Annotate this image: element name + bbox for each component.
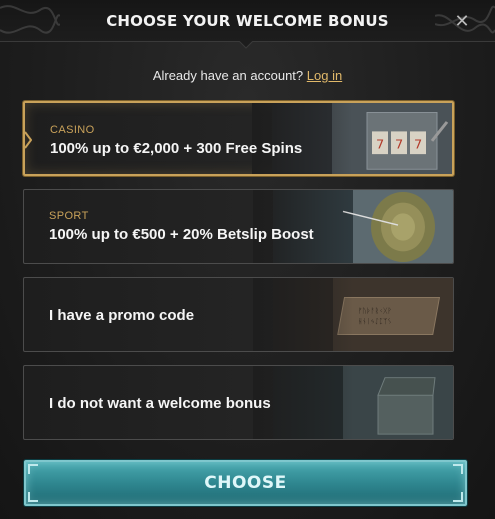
option-label: 100% up to €2,000 + 300 Free Spins [50, 140, 303, 157]
card-fade [252, 103, 352, 174]
bonus-option-sport[interactable]: SPORT 100% up to €500 + 20% Betslip Boos… [23, 189, 454, 264]
modal-title: CHOOSE YOUR WELCOME BONUS [106, 12, 389, 30]
welcome-bonus-modal: CHOOSE YOUR WELCOME BONUS ✕ Already have… [0, 0, 495, 519]
card-fade [253, 278, 353, 351]
svg-text:ᚠᚢᚦᚨᚱᚲᚷᚹ: ᚠᚢᚦᚨᚱᚲᚷᚹ [358, 307, 392, 315]
svg-text:ᚺᚾᛁᛃᛇᛈᛉᛊ: ᚺᚾᛁᛃᛇᛈᛉᛊ [358, 318, 392, 326]
svg-text:7: 7 [414, 137, 422, 152]
bonus-option-promo-code[interactable]: ᚠᚢᚦᚨᚱᚲᚷᚹ ᚺᚾᛁᛃᛇᛈᛉᛊ I have a promo code [23, 277, 454, 352]
button-corner-ornament [28, 464, 38, 474]
account-prompt: Already have an account? Log in [0, 68, 495, 83]
choose-button-label: CHOOSE [204, 473, 287, 493]
account-prompt-text: Already have an account? [152, 68, 304, 83]
login-link[interactable]: Log in [307, 68, 342, 83]
choose-button[interactable]: CHOOSE [24, 460, 467, 506]
close-icon[interactable]: ✕ [451, 10, 473, 32]
bonus-option-casino[interactable]: 7 7 7 CASINO 100% up to €2,000 + 300 Fre… [23, 101, 454, 176]
button-corner-ornament [28, 492, 38, 502]
modal-header: CHOOSE YOUR WELCOME BONUS ✕ [0, 0, 495, 49]
option-label: I have a promo code [49, 307, 195, 324]
option-label: I do not want a welcome bonus [49, 395, 271, 412]
header-notch [239, 41, 253, 49]
bonus-option-no-bonus[interactable]: I do not want a welcome bonus [23, 365, 454, 440]
button-corner-ornament [453, 492, 463, 502]
chevron-right-icon [25, 131, 32, 149]
svg-text:7: 7 [376, 137, 384, 152]
option-category: SPORT [49, 210, 89, 222]
option-category: CASINO [50, 124, 95, 136]
button-corner-ornament [453, 464, 463, 474]
svg-text:7: 7 [395, 137, 403, 152]
option-label: 100% up to €500 + 20% Betslip Boost [49, 226, 314, 243]
